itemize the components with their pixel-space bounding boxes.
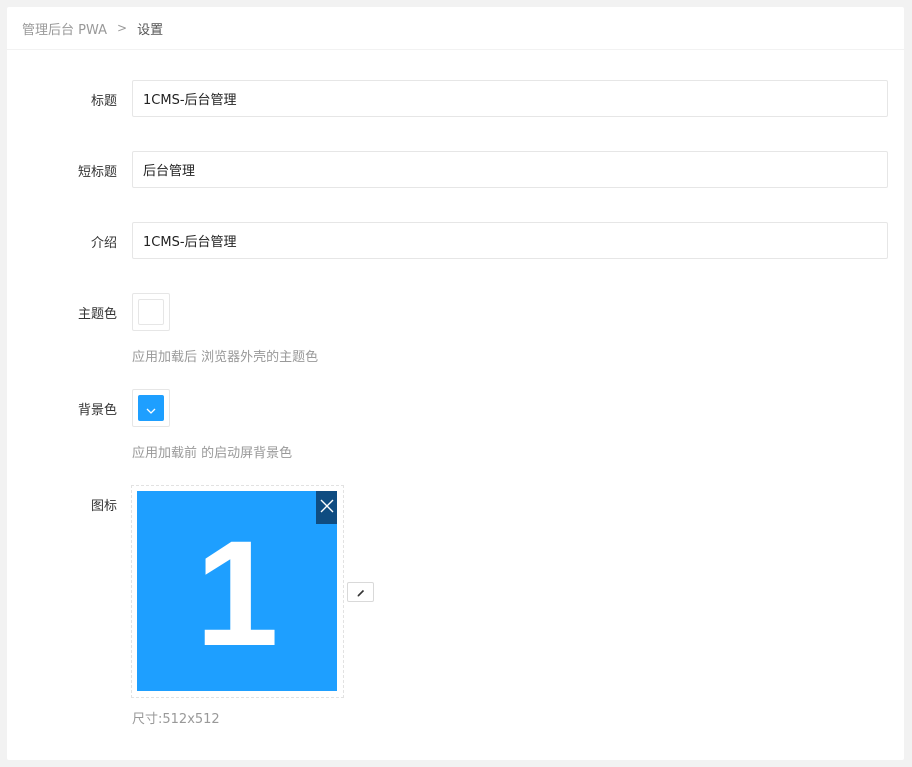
theme-color-label: 主题色 (77, 307, 117, 322)
background-color-picker[interactable] (132, 389, 170, 427)
breadcrumb-separator: > (117, 21, 128, 35)
remove-icon-button[interactable] (316, 491, 337, 524)
background-color-help: 应用加载前 的启动屏背景色 (132, 446, 293, 461)
icon-label: 图标 (90, 499, 117, 514)
edit-icon-button[interactable] (347, 582, 374, 602)
short-title-input[interactable] (132, 151, 888, 188)
icon-size-note: 尺寸:512x512 (132, 712, 220, 727)
breadcrumb-current: 设置 (137, 22, 164, 38)
title-label: 标题 (90, 94, 117, 109)
settings-card: 管理后台 PWA > 设置 标题 短标题 介绍 主题色 应用加载后 浏览器外壳的… (7, 7, 904, 760)
description-label: 介绍 (90, 236, 117, 251)
background-color-swatch (138, 395, 164, 421)
description-input[interactable] (132, 222, 888, 259)
icon-upload-area[interactable]: 1 (131, 485, 344, 698)
theme-color-swatch (138, 299, 164, 325)
title-input[interactable] (132, 80, 888, 117)
icon-preview: 1 (137, 491, 337, 691)
short-title-label: 短标题 (77, 165, 117, 180)
chevron-down-icon (146, 399, 156, 418)
background-color-label: 背景色 (77, 403, 117, 418)
breadcrumb: 管理后台 PWA > 设置 (7, 7, 904, 50)
breadcrumb-parent-link[interactable]: 管理后台 PWA (22, 19, 107, 38)
pencil-icon (356, 583, 366, 602)
theme-color-help: 应用加载后 浏览器外壳的主题色 (132, 350, 319, 365)
close-icon (320, 498, 334, 517)
theme-color-picker[interactable] (132, 293, 170, 331)
icon-preview-glyph: 1 (195, 509, 279, 677)
